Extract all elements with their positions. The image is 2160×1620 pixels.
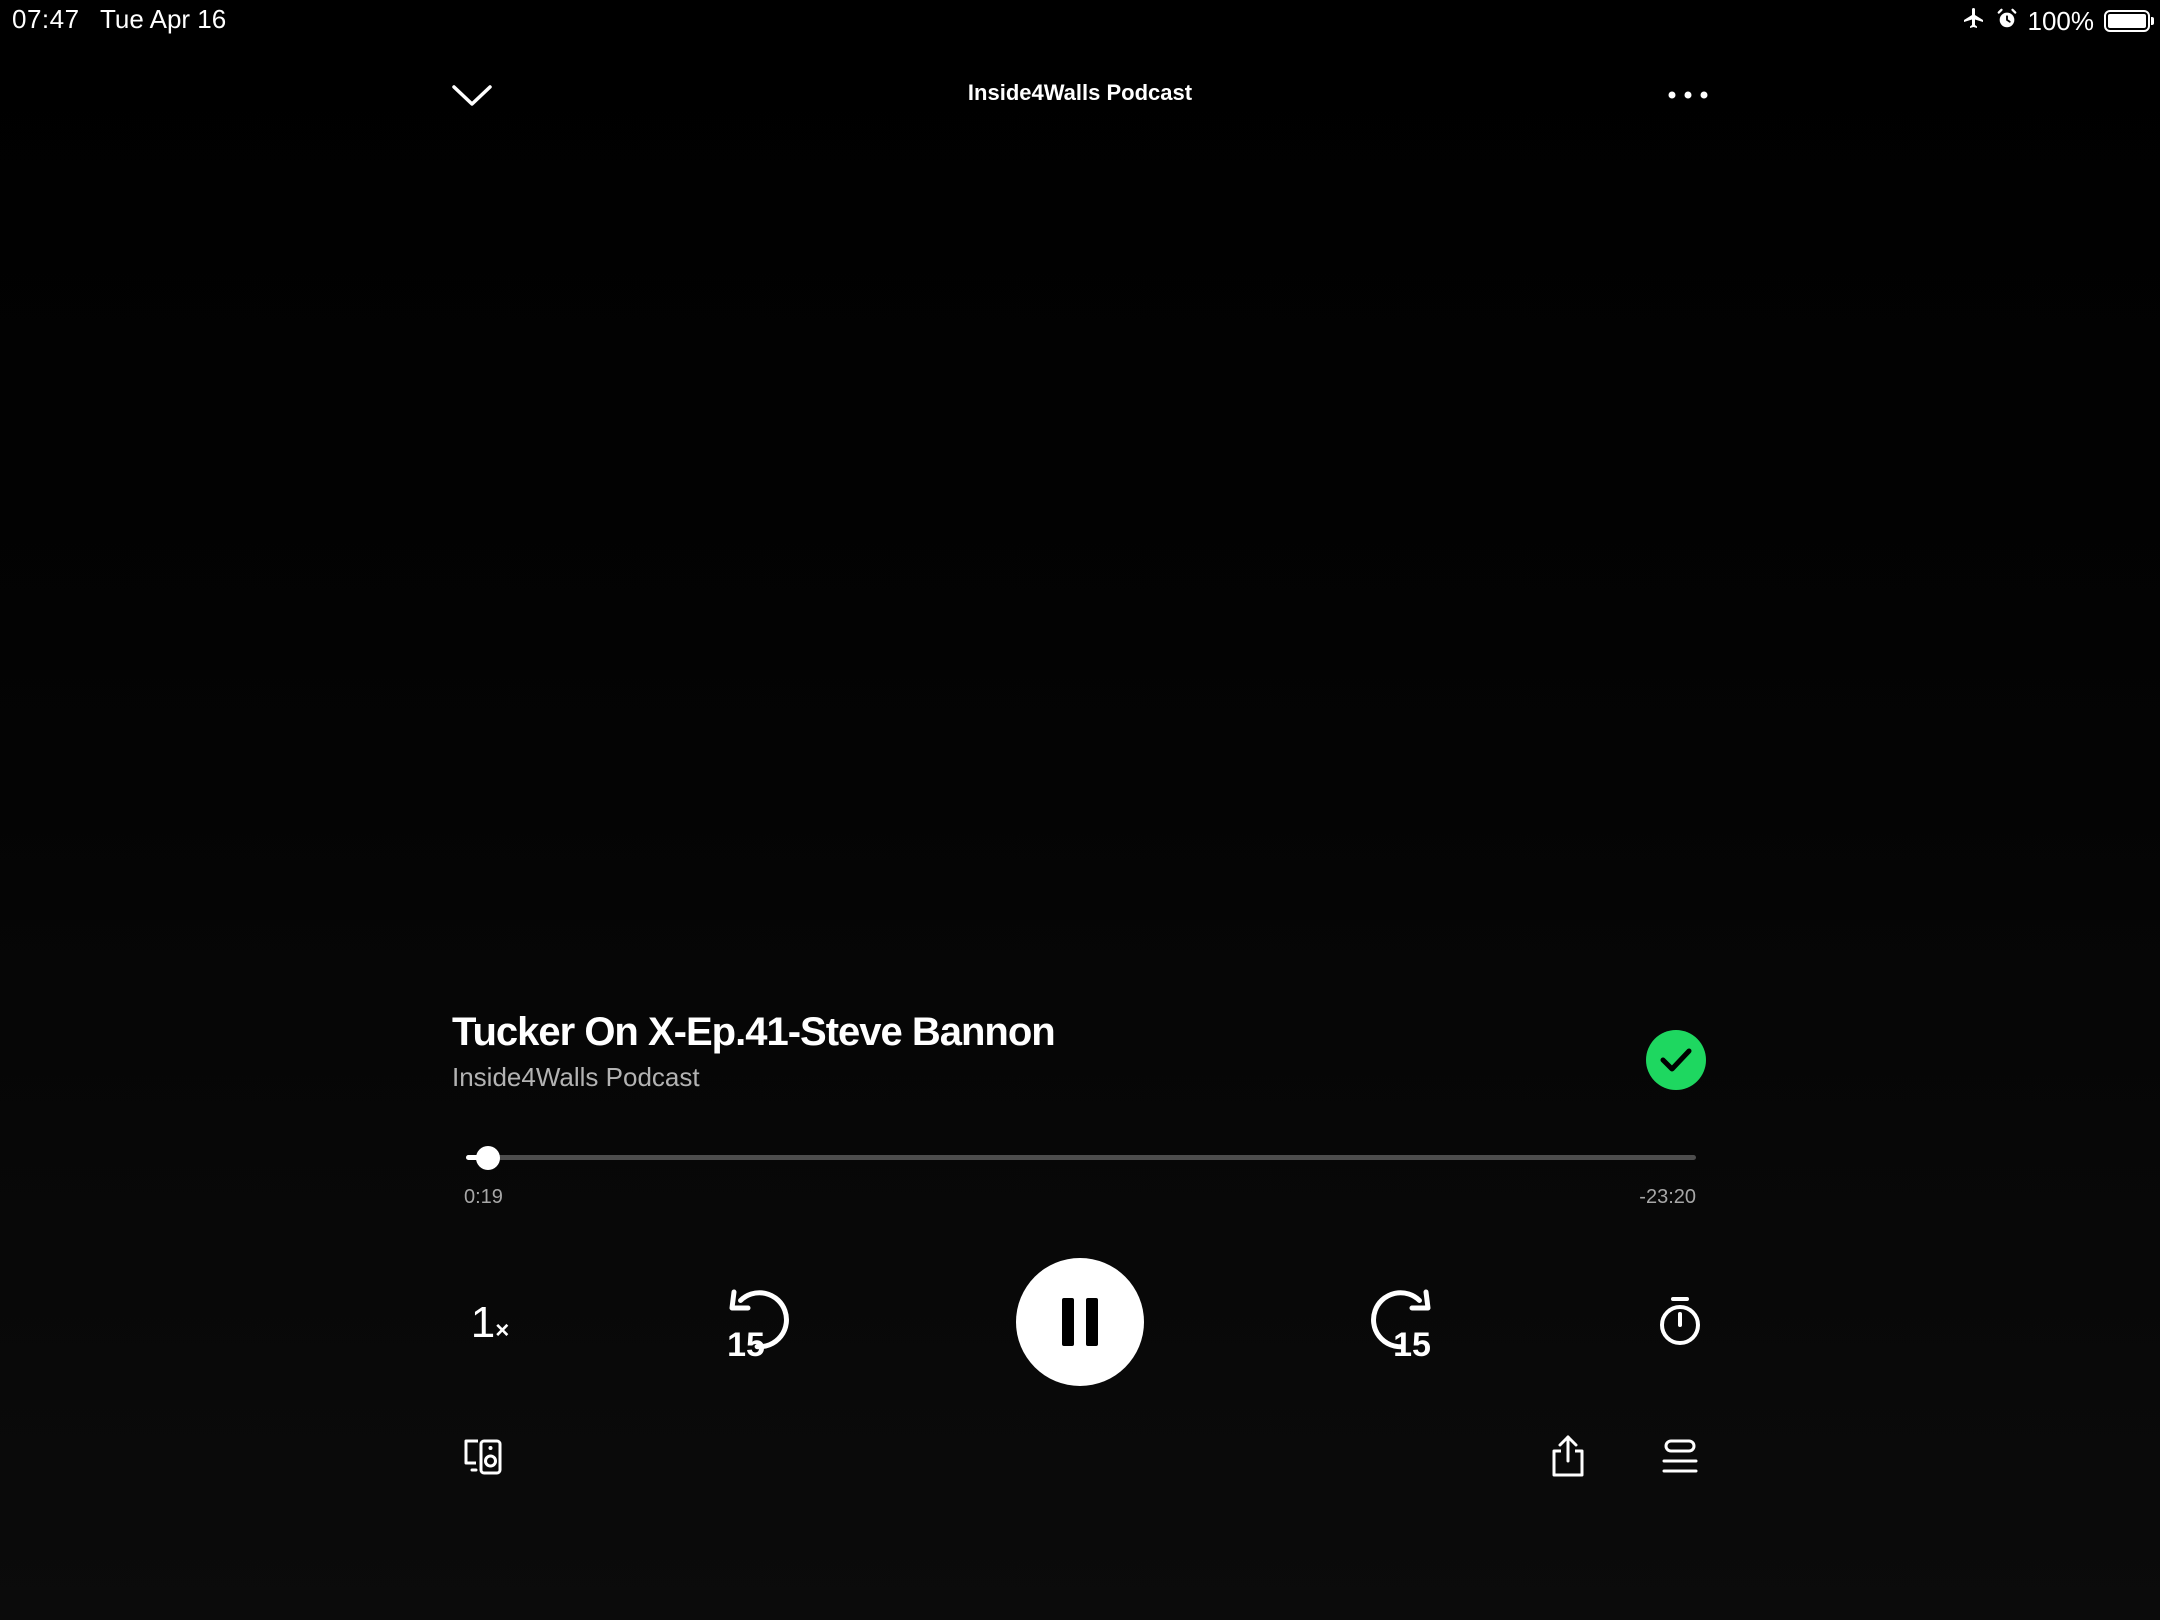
remaining-time: -23:20 [1639,1186,1696,1208]
pause-icon [1062,1298,1098,1346]
queue-icon [1662,1439,1698,1473]
skip-forward-label: 15 [1393,1326,1431,1364]
episode-show-name[interactable]: Inside4Walls Podcast [452,1062,700,1093]
episode-title[interactable]: Tucker On X-Ep.41-Steve Bannon [452,1010,1056,1055]
elapsed-time: 0:19 [464,1186,503,1208]
battery-level-fill [2108,14,2146,28]
share-button[interactable] [1544,1430,1592,1482]
added-to-library-button[interactable] [1646,1030,1706,1090]
header-title: Inside4Walls Podcast [967,80,1193,105]
timer-icon [1660,1297,1700,1345]
pause-button[interactable] [1016,1258,1144,1386]
sleep-timer-button[interactable] [1654,1294,1706,1350]
connect-device-icon [464,1439,502,1475]
skip-forward-button[interactable]: 15 [1362,1284,1442,1364]
connect-device-button[interactable] [460,1434,506,1480]
battery-percentage: 100% [2027,5,2095,36]
share-icon [1552,1435,1584,1477]
status-time: 07:47 [12,4,80,34]
speed-value: 1 [470,1298,496,1347]
alarm-icon [1996,6,2018,37]
skip-forward-15-icon: 15 [1371,1289,1431,1364]
airplane-icon [1962,6,1986,37]
playback-speed-button[interactable]: 1 × [460,1290,520,1356]
queue-button[interactable] [1656,1434,1704,1480]
speed-suffix: × [495,1317,510,1344]
more-options-button[interactable] [1664,80,1712,110]
status-date: Tue Apr 16 [100,4,227,34]
progress-handle[interactable] [476,1146,500,1170]
check-icon [1660,1048,1692,1072]
skip-back-button[interactable]: 15 [718,1284,798,1364]
skip-back-label: 15 [727,1326,765,1364]
more-horizontal-icon [1668,91,1708,99]
progress-track[interactable] [466,1155,1696,1160]
status-indicators: 100% [1962,5,2154,37]
battery-icon [2104,10,2154,32]
skip-back-15-icon: 15 [727,1289,789,1364]
